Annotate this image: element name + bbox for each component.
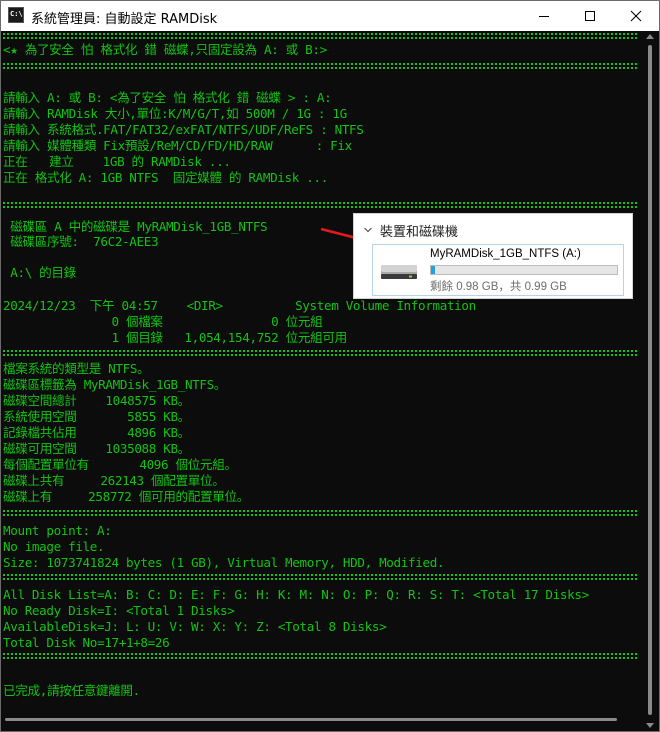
drive-name: MyRAMDisk_1GB_NTFS (A:): [430, 248, 581, 260]
drive-usage-fill: [431, 266, 435, 274]
arrow-annotation: [320, 227, 425, 258]
ramdisk-drive-tile[interactable]: MyRAMDisk_1GB_NTFS (A:) 剩餘 0.98 GB，共 0.9…: [372, 244, 624, 296]
chevron-down-icon[interactable]: [364, 226, 372, 234]
devices-drives-header: 裝置和磁碟機: [380, 225, 459, 240]
devices-drives-panel: 裝置和磁碟機 MyRAMDisk_1GB_NTFS (A:) 剩餘 0.98 G…: [353, 213, 633, 299]
drive-usage-bar: [430, 265, 618, 275]
console-window: C:\ 系統管理員: 自動設定 RAMDisk <★ 為了安全 怕 格式化 錯 …: [0, 0, 660, 732]
hard-drive-icon: [381, 265, 417, 279]
drive-free-space: 剩餘 0.98 GB，共 0.99 GB: [430, 281, 567, 293]
